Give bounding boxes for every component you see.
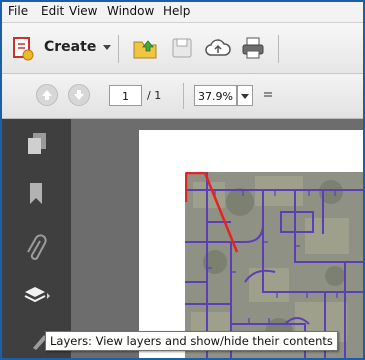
arrow-up-icon [42,90,52,100]
toolbar-separator [183,83,184,109]
layers-tooltip: Layers: View layers and show/hide their … [45,331,338,351]
main-toolbar: Create [2,23,363,74]
create-button[interactable]: Create [10,35,150,61]
arrow-down-icon [74,90,84,100]
previous-page-button[interactable] [36,84,58,106]
chevron-down-icon [241,94,249,99]
zoom-dropdown-button[interactable] [237,85,253,106]
open-folder-icon[interactable] [132,35,158,61]
navigation-toolbar: 1 / 1 37.9% [2,74,363,119]
next-page-button[interactable] [68,84,90,106]
menu-window[interactable]: Window [107,4,154,18]
create-label: Create [44,39,97,55]
print-icon[interactable] [240,35,266,61]
menu-file[interactable]: File [8,4,28,18]
chevron-down-icon [103,45,111,50]
toolbar-options-icon[interactable] [263,90,273,100]
page-thumbnails-icon[interactable] [26,132,48,156]
save-icon[interactable] [170,36,194,60]
zoom-input[interactable]: 37.9% [194,85,237,106]
acrobat-window: File Edit View Window Help Create 1 / 1 … [0,0,365,360]
menu-help[interactable]: Help [163,4,190,18]
menu-bar: File Edit View Window Help [2,2,363,23]
toolbar-separator [118,35,119,63]
page-count-label: / 1 [147,89,162,102]
navigation-pane [2,119,71,358]
menu-edit[interactable]: Edit [41,4,64,18]
bookmarks-icon[interactable] [28,182,44,206]
create-pdf-icon [13,37,34,61]
menu-view[interactable]: View [69,4,97,18]
toolbar-separator [278,35,279,63]
cloud-upload-icon[interactable] [205,36,231,60]
layers-icon[interactable] [23,284,51,308]
attachments-paperclip-icon[interactable] [25,234,47,264]
page-number-input[interactable]: 1 [109,85,142,106]
